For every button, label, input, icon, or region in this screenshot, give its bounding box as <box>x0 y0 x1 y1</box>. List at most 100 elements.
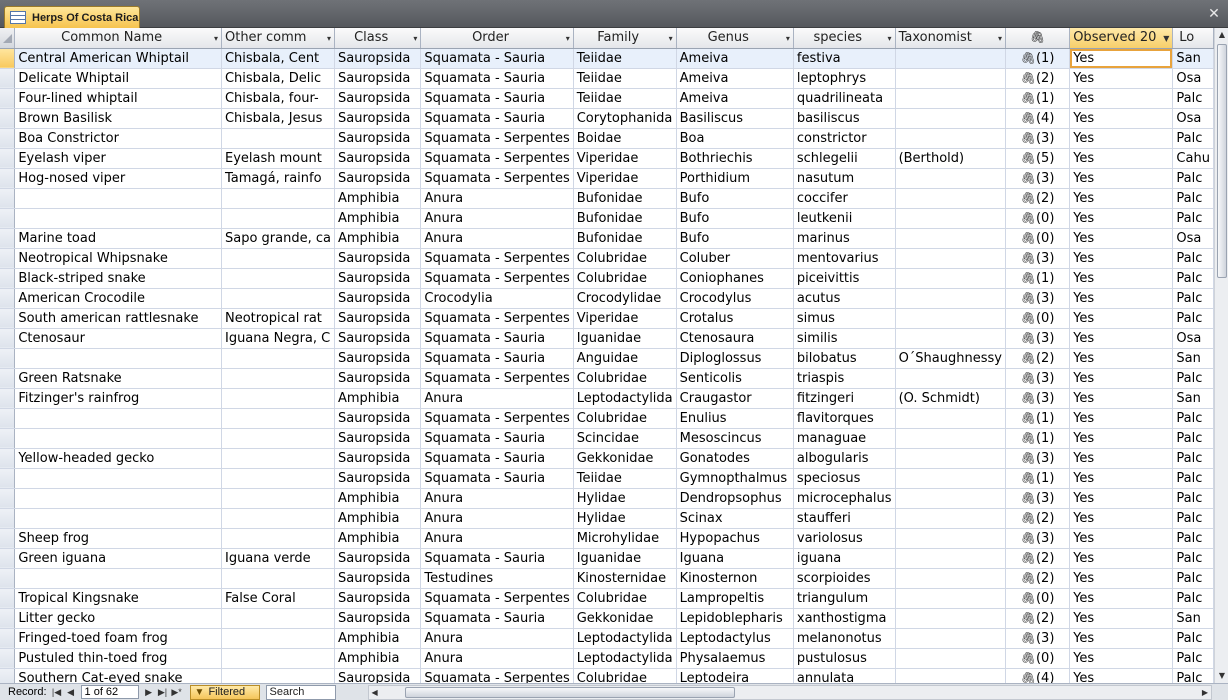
cell-species[interactable]: fitzingeri <box>793 388 896 409</box>
cell-class[interactable]: Amphibia <box>334 628 422 649</box>
record-selector[interactable] <box>0 528 16 549</box>
cell-species[interactable]: nasutum <box>793 168 896 189</box>
cell-family[interactable]: Gekkonidae <box>573 608 677 629</box>
table-row[interactable]: Green Ratsnake Sauropsida Squamata - Serpe… <box>0 368 1214 389</box>
cell-other-common-name[interactable] <box>221 368 335 389</box>
record-selector[interactable] <box>0 288 16 309</box>
cell-genus[interactable]: Bothriechis <box>676 148 794 169</box>
table-row[interactable]: Sauropsida Squamata - Serpentes Colubridae… <box>0 408 1214 429</box>
cell-taxonomist[interactable] <box>895 648 1006 669</box>
cell-common-name[interactable] <box>14 408 222 429</box>
cell-genus[interactable]: Bufo <box>676 188 794 209</box>
table-row[interactable]: Fringed-toed foam frog Amphibia Anura Lepto… <box>0 628 1214 649</box>
cell-other-common-name[interactable] <box>221 388 335 409</box>
cell-order[interactable]: Squamata - Sauria <box>420 548 574 569</box>
cell-other-common-name[interactable] <box>221 488 335 509</box>
attachment-cell[interactable]: 🖇(3) <box>1005 368 1071 389</box>
column-dropdown-icon[interactable]: ▾ <box>214 34 218 43</box>
cell-location[interactable]: Palc <box>1172 488 1214 509</box>
previous-record-icon[interactable]: ◀ <box>64 687 78 698</box>
cell-observed[interactable]: Yes <box>1069 308 1174 329</box>
cell-common-name[interactable]: Neotropical Whipsnake <box>14 248 222 269</box>
table-row[interactable]: American Crocodile Sauropsida Crocodylia Cr… <box>0 288 1214 309</box>
cell-observed[interactable]: Yes <box>1069 388 1174 409</box>
cell-common-name[interactable] <box>14 208 222 229</box>
filter-active-icon[interactable]: ▼ <box>1163 34 1169 43</box>
cell-other-common-name[interactable]: Chisbala, Jesus <box>221 108 335 129</box>
cell-other-common-name[interactable] <box>221 268 335 289</box>
cell-family[interactable]: Bufonidae <box>573 188 677 209</box>
cell-family[interactable]: Iguanidae <box>573 328 677 349</box>
cell-other-common-name[interactable]: Neotropical rat <box>221 308 335 329</box>
cell-class[interactable]: Sauropsida <box>334 428 422 449</box>
cell-taxonomist[interactable]: (O. Schmidt) <box>895 388 1006 409</box>
cell-order[interactable]: Anura <box>420 208 574 229</box>
cell-taxonomist[interactable] <box>895 368 1006 389</box>
cell-location[interactable]: Palc <box>1172 208 1214 229</box>
cell-family[interactable]: Hylidae <box>573 508 677 529</box>
cell-genus[interactable]: Leptodeira <box>676 668 794 683</box>
cell-location[interactable]: San <box>1172 348 1214 369</box>
cell-observed[interactable]: Yes <box>1069 668 1174 683</box>
cell-observed[interactable]: Yes <box>1069 268 1174 289</box>
record-selector[interactable] <box>0 448 16 469</box>
cell-family[interactable]: Colubridae <box>573 668 677 683</box>
column-header-class[interactable]: Class ▾ <box>334 28 422 49</box>
cell-class[interactable]: Sauropsida <box>334 148 422 169</box>
cell-genus[interactable]: Crotalus <box>676 308 794 329</box>
column-dropdown-icon[interactable]: ▾ <box>413 34 417 43</box>
cell-other-common-name[interactable]: Sapo grande, ca <box>221 228 335 249</box>
cell-location[interactable]: Osa <box>1172 228 1214 249</box>
cell-genus[interactable]: Ameiva <box>676 48 794 69</box>
close-icon[interactable]: ✕ <box>1206 6 1222 22</box>
cell-class[interactable]: Sauropsida <box>334 328 422 349</box>
cell-order[interactable]: Squamata - Serpentes <box>420 248 574 269</box>
cell-location[interactable]: Palc <box>1172 568 1214 589</box>
cell-observed[interactable]: Yes <box>1069 248 1174 269</box>
cell-species[interactable]: basiliscus <box>793 108 896 129</box>
cell-other-common-name[interactable]: Eyelash mount <box>221 148 335 169</box>
cell-taxonomist[interactable] <box>895 668 1006 683</box>
record-selector[interactable] <box>0 628 16 649</box>
record-selector[interactable] <box>0 488 16 509</box>
attachment-cell[interactable]: 🖇(1) <box>1005 268 1071 289</box>
attachment-cell[interactable]: 🖇(2) <box>1005 348 1071 369</box>
cell-genus[interactable]: Ctenosaura <box>676 328 794 349</box>
cell-class[interactable]: Sauropsida <box>334 288 422 309</box>
cell-family[interactable]: Colubridae <box>573 408 677 429</box>
record-selector[interactable] <box>0 88 16 109</box>
cell-location[interactable]: Palc <box>1172 88 1214 109</box>
cell-family[interactable]: Hylidae <box>573 488 677 509</box>
record-selector[interactable] <box>0 468 16 489</box>
cell-observed[interactable]: Yes <box>1069 128 1174 149</box>
cell-location[interactable]: San <box>1172 388 1214 409</box>
attachment-cell[interactable]: 🖇(2) <box>1005 568 1071 589</box>
current-record-field[interactable]: 1 of 62 <box>80 685 139 699</box>
cell-other-common-name[interactable] <box>221 128 335 149</box>
cell-common-name[interactable]: Fringed-toed foam frog <box>14 628 222 649</box>
vertical-scroll-thumb[interactable] <box>1217 44 1227 278</box>
cell-location[interactable]: Palc <box>1172 168 1214 189</box>
cell-order[interactable]: Squamata - Serpentes <box>420 268 574 289</box>
cell-class[interactable]: Amphibia <box>334 228 422 249</box>
attachment-cell[interactable]: 🖇(1) <box>1005 468 1071 489</box>
cell-taxonomist[interactable] <box>895 528 1006 549</box>
cell-order[interactable]: Squamata - Serpentes <box>420 668 574 683</box>
table-row[interactable]: Sauropsida Squamata - Sauria Teiidae Gymnop… <box>0 468 1214 489</box>
column-header-attachments[interactable]: 🖇 <box>1005 28 1071 49</box>
column-header-family[interactable]: Family ▾ <box>573 28 677 49</box>
table-row[interactable]: Amphibia Anura Hylidae Dendropsophus microce… <box>0 488 1214 509</box>
cell-taxonomist[interactable] <box>895 168 1006 189</box>
cell-class[interactable]: Sauropsida <box>334 608 422 629</box>
cell-family[interactable]: Colubridae <box>573 268 677 289</box>
cell-other-common-name[interactable]: Chisbala, four- <box>221 88 335 109</box>
cell-location[interactable]: Palc <box>1172 408 1214 429</box>
attachment-cell[interactable]: 🖇(3) <box>1005 528 1071 549</box>
table-row[interactable]: Boa Constrictor Sauropsida Squamata - Serp… <box>0 128 1214 149</box>
filtered-toggle[interactable]: ▼ Filtered <box>189 684 260 700</box>
cell-class[interactable]: Amphibia <box>334 188 422 209</box>
first-record-icon[interactable]: |◀ <box>50 687 64 698</box>
cell-species[interactable]: constrictor <box>793 128 896 149</box>
cell-class[interactable]: Sauropsida <box>334 668 422 683</box>
column-header-location[interactable]: Lo <box>1172 28 1214 49</box>
